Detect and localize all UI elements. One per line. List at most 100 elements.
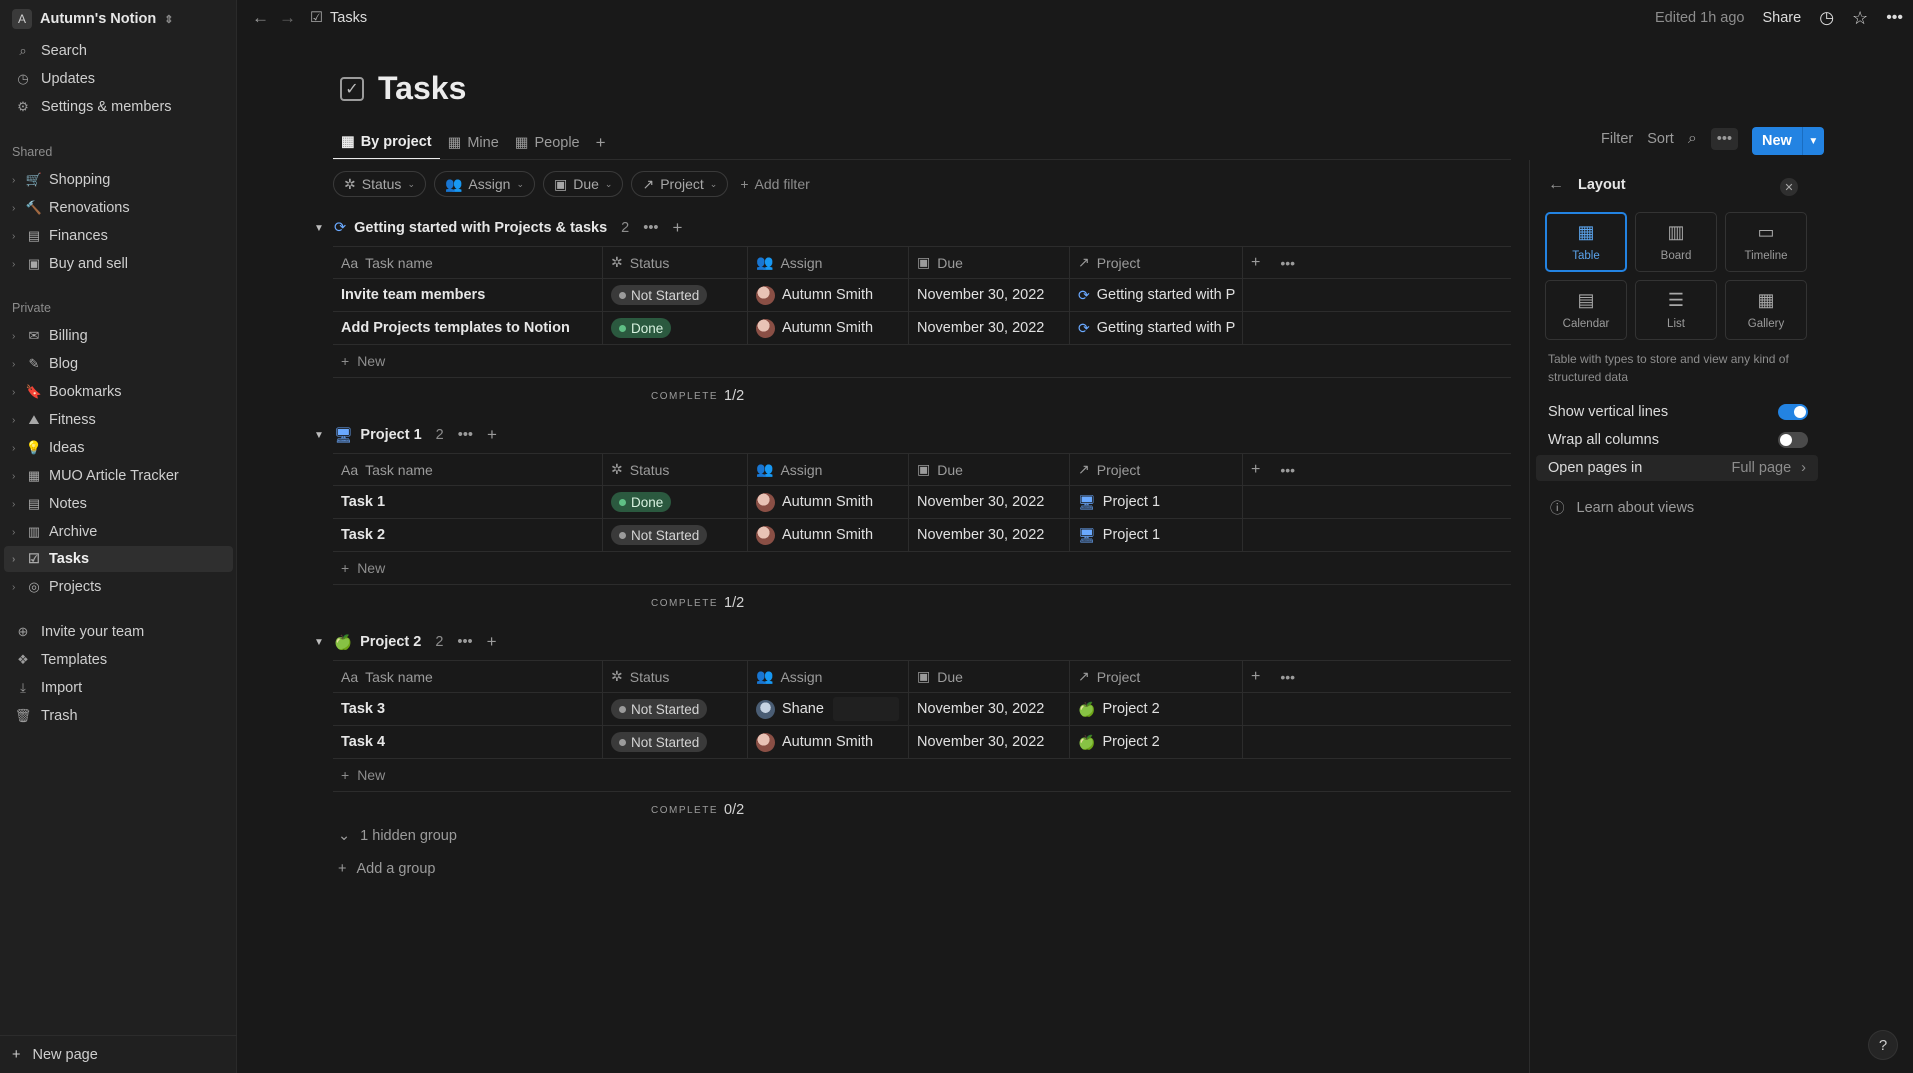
sidebar-item-projects[interactable]: › ◎ Projects [4, 574, 233, 600]
chevron-right-icon[interactable]: › [12, 175, 22, 186]
close-icon[interactable]: ✕ [1780, 178, 1798, 196]
project-cell[interactable]: 🖥 Project 1 [1070, 519, 1243, 551]
chevron-right-icon[interactable]: › [12, 331, 22, 342]
chevron-right-icon[interactable]: › [12, 387, 22, 398]
add-group-button[interactable]: + Add a group [338, 861, 435, 877]
column-header-project[interactable]: ↗ Project [1070, 247, 1243, 278]
chevron-right-icon[interactable]: › [12, 443, 22, 454]
more-icon[interactable]: ••• [1886, 9, 1903, 27]
column-header-task-name[interactable]: Aa Task name [333, 661, 603, 692]
layout-option-list[interactable]: ☰ List [1635, 280, 1717, 340]
add-column-icon[interactable]: + [1251, 254, 1260, 272]
task-name-cell[interactable]: Task 2 [333, 519, 603, 551]
task-name-cell[interactable]: Task 3 [333, 693, 603, 725]
assign-cell[interactable]: Autumn Smith [748, 279, 909, 311]
sidebar-item-settings[interactable]: ⚙ Settings & members [4, 94, 233, 120]
filter-chip-project[interactable]: ↗ Project ⌄ [631, 171, 729, 197]
new-button[interactable]: New [1752, 127, 1802, 155]
tab-people[interactable]: ▦ People [507, 126, 588, 160]
filter-chip-due[interactable]: ▣ Due ⌄ [543, 171, 624, 197]
sidebar-item-notes[interactable]: › ▤ Notes [4, 491, 233, 517]
chevron-right-icon[interactable]: › [12, 554, 22, 565]
table-row[interactable]: Invite team members Not Started Autumn Smi… [333, 279, 1511, 312]
sidebar-item-invite[interactable]: ⊕ Invite your team [4, 619, 233, 645]
help-button[interactable]: ? [1869, 1031, 1897, 1059]
chevron-right-icon[interactable]: › [12, 582, 22, 593]
column-header-due[interactable]: ▣ Due [909, 247, 1070, 278]
open-pages-in-row[interactable]: Open pages in Full page › [1536, 455, 1818, 481]
sidebar-item-shopping[interactable]: › 🛒 Shopping [4, 167, 233, 193]
back-arrow-icon[interactable]: ← [1548, 176, 1564, 194]
show-vertical-lines-toggle[interactable] [1778, 404, 1808, 420]
show-vertical-lines-row[interactable]: Show vertical lines [1548, 399, 1808, 425]
column-header-project[interactable]: ↗ Project [1070, 454, 1243, 485]
sidebar-item-renovations[interactable]: › 🔨 Renovations [4, 195, 233, 221]
due-cell[interactable]: November 30, 2022 [909, 519, 1070, 551]
due-cell[interactable]: November 30, 2022 [909, 486, 1070, 518]
sidebar-item-ideas[interactable]: › 💡 Ideas [4, 435, 233, 461]
star-icon[interactable]: ☆ [1852, 8, 1868, 29]
chevron-right-icon[interactable]: › [12, 359, 22, 370]
column-header-project[interactable]: ↗ Project [1070, 661, 1243, 692]
due-cell[interactable]: November 30, 2022 [909, 312, 1070, 344]
sidebar-item-updates[interactable]: ◷ Updates [4, 66, 233, 92]
column-header-assign[interactable]: 👥 Assign [748, 454, 909, 485]
chevron-right-icon[interactable]: › [12, 471, 22, 482]
chevron-right-icon[interactable]: › [12, 499, 22, 510]
new-page-button[interactable]: + New page [0, 1035, 237, 1073]
calculation-row[interactable]: COMPLETE 1/2 [333, 585, 1511, 621]
chevron-right-icon[interactable]: › [12, 415, 22, 426]
more-icon[interactable]: ••• [1280, 669, 1295, 685]
add-column-icon[interactable]: + [1251, 461, 1260, 479]
chevron-right-icon[interactable]: › [12, 527, 22, 538]
column-header-task-name[interactable]: Aa Task name [333, 247, 603, 278]
sidebar-item-buy-and-sell[interactable]: › ▣ Buy and sell [4, 251, 233, 277]
sidebar-item-tasks[interactable]: › ☑ Tasks [4, 546, 233, 572]
column-header-task-name[interactable]: Aa Task name [333, 454, 603, 485]
sidebar-item-import[interactable]: ⤓ Import [4, 675, 233, 701]
sidebar-item-finances[interactable]: › ▤ Finances [4, 223, 233, 249]
column-header-assign[interactable]: 👥 Assign [748, 247, 909, 278]
sort-button[interactable]: Sort [1647, 131, 1674, 147]
chevron-right-icon[interactable]: › [12, 231, 22, 242]
status-cell[interactable]: Done [603, 312, 748, 344]
column-header-due[interactable]: ▣ Due [909, 454, 1070, 485]
column-header-status[interactable]: ✲ Status [603, 454, 748, 485]
collapse-triangle-icon[interactable]: ▼ [314, 430, 326, 441]
more-icon[interactable]: ••• [643, 220, 658, 236]
due-cell[interactable]: November 30, 2022 [909, 279, 1070, 311]
project-link[interactable]: Project 2 [1102, 734, 1159, 750]
layout-option-timeline[interactable]: ▭ Timeline [1725, 212, 1807, 272]
assign-cell[interactable]: Autumn Smith [748, 726, 909, 758]
status-cell[interactable]: Not Started [603, 693, 748, 725]
status-cell[interactable]: Not Started [603, 726, 748, 758]
task-name-cell[interactable]: Invite team members [333, 279, 603, 311]
workspace-switcher[interactable]: A Autumn's Notion ⇕ [12, 8, 173, 30]
more-icon[interactable]: ••• [458, 427, 473, 443]
add-filter-button[interactable]: + Add filter [740, 176, 809, 192]
group-title[interactable]: Getting started with Projects & tasks [354, 220, 607, 236]
more-icon[interactable]: ••• [1710, 128, 1739, 150]
sidebar-item-trash[interactable]: 🗑 Trash [4, 703, 233, 729]
status-cell[interactable]: Not Started [603, 519, 748, 551]
plus-icon[interactable]: + [672, 218, 682, 238]
project-cell[interactable]: ⟳ Getting started with P [1070, 279, 1243, 311]
more-icon[interactable]: ••• [1280, 462, 1295, 478]
sidebar-item-templates[interactable]: ❖ Templates [4, 647, 233, 673]
breadcrumb[interactable]: ☑ Tasks [310, 10, 367, 26]
due-cell[interactable]: November 30, 2022 [909, 693, 1070, 725]
hidden-group-toggle[interactable]: ⌄ 1 hidden group [338, 828, 457, 844]
wrap-columns-toggle[interactable] [1778, 432, 1808, 448]
add-column-icon[interactable]: + [1251, 668, 1260, 686]
table-row[interactable]: Task 1 Done Autumn Smith November 30, 2022 🖥… [333, 486, 1511, 519]
share-button[interactable]: Share [1763, 10, 1802, 26]
project-cell[interactable]: 🍏 Project 2 [1070, 726, 1243, 758]
project-cell[interactable]: ⟳ Getting started with P [1070, 312, 1243, 344]
sidebar-item-billing[interactable]: › ✉ Billing [4, 323, 233, 349]
sidebar-item-muo-article-tracker[interactable]: › ▦ MUO Article Tracker [4, 463, 233, 489]
filter-button[interactable]: Filter [1601, 131, 1633, 147]
chevron-right-icon[interactable]: › [12, 259, 22, 270]
layout-option-table[interactable]: ▦ Table [1545, 212, 1627, 272]
new-row-button[interactable]: + New [333, 552, 1511, 585]
project-cell[interactable]: 🖥 Project 1 [1070, 486, 1243, 518]
